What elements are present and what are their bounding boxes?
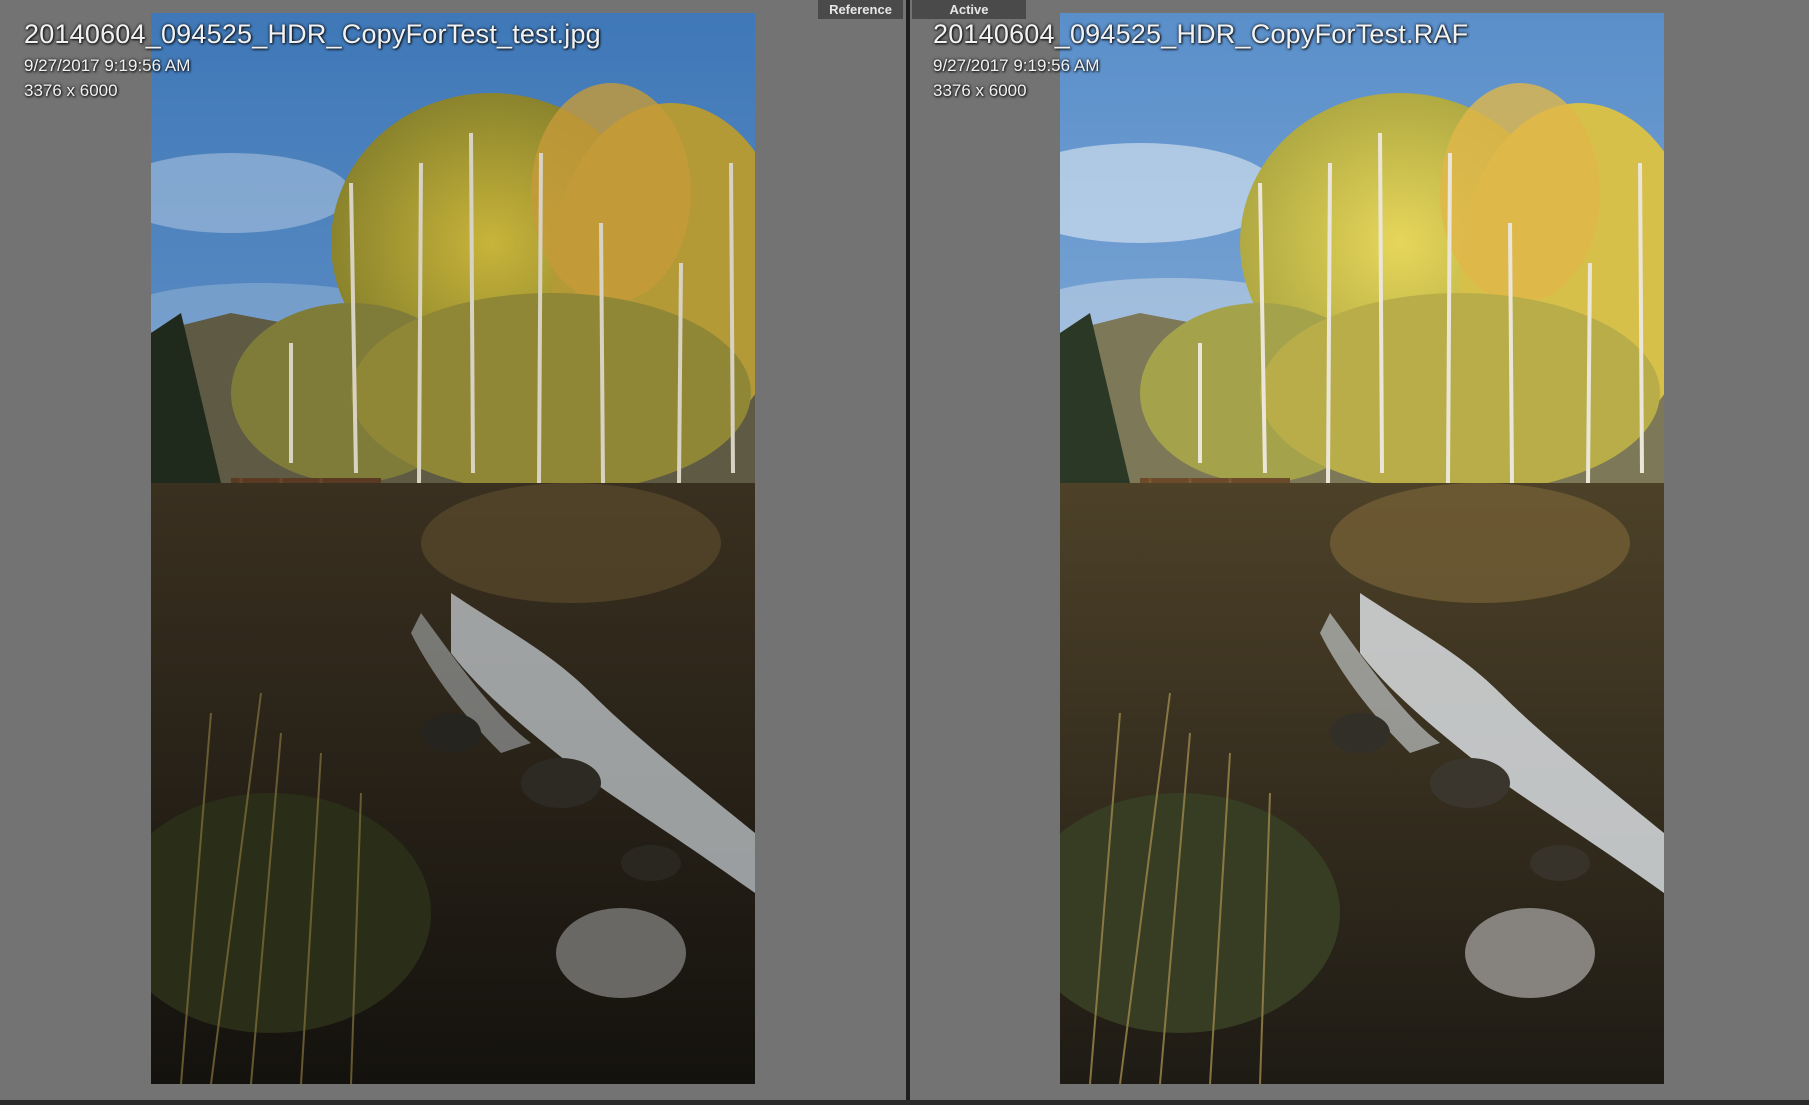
active-datetime: 9/27/2017 9:19:56 AM [933, 56, 1100, 75]
active-photo[interactable] [1060, 13, 1664, 1084]
reference-dimensions: 3376 x 6000 [24, 81, 118, 100]
bottom-edge [0, 1100, 1809, 1105]
active-filename: 20140604_094525_HDR_CopyForTest.RAF [933, 19, 1469, 49]
reference-photo[interactable] [151, 13, 755, 1084]
reference-label: Reference [818, 0, 903, 19]
reference-filename: 20140604_094525_HDR_CopyForTest_test.jpg [24, 19, 601, 49]
reference-datetime: 9/27/2017 9:19:56 AM [24, 56, 191, 75]
active-label: Active [912, 0, 1026, 19]
reference-info-overlay: 20140604_094525_HDR_CopyForTest_test.jpg… [24, 19, 601, 101]
active-dimensions: 3376 x 6000 [933, 81, 1027, 100]
active-info-overlay: 20140604_094525_HDR_CopyForTest.RAF 9/27… [933, 19, 1468, 101]
